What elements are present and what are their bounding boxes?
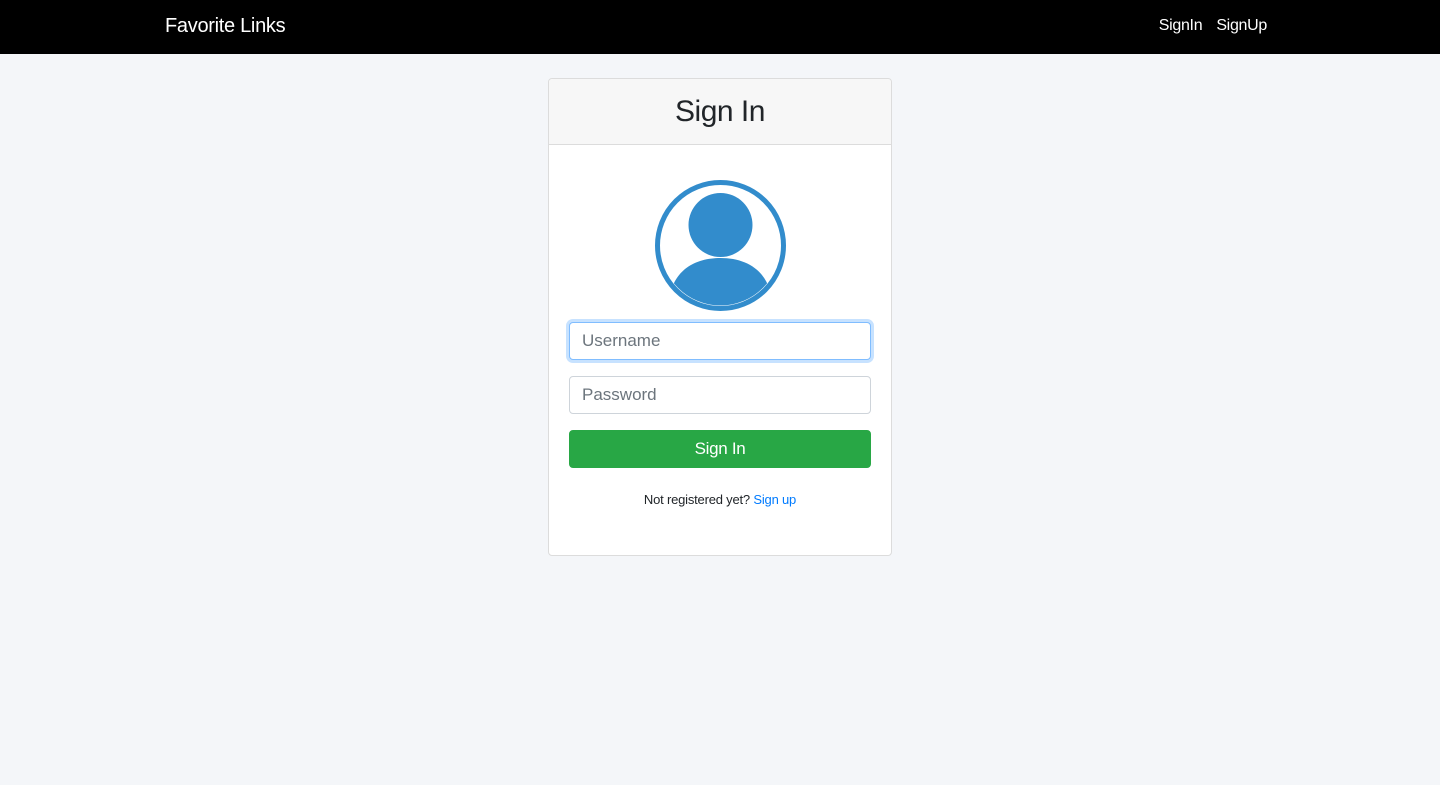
- nav-signin-link[interactable]: SignIn: [1159, 14, 1203, 38]
- signin-card: Sign In Sign In Not registered yet? Sign…: [548, 78, 892, 556]
- nav-links: SignIn SignUp: [1159, 14, 1268, 38]
- signin-submit-button[interactable]: Sign In: [569, 430, 871, 468]
- signup-prompt-text: Not registered yet?: [643, 492, 750, 507]
- top-navbar: Favorite Links SignIn SignUp: [0, 0, 1440, 54]
- password-input[interactable]: [569, 376, 871, 414]
- card-header: Sign In: [549, 79, 891, 145]
- card-title: Sign In: [675, 94, 765, 128]
- signup-prompt: Not registered yet? Sign up: [549, 492, 891, 507]
- nav-signup-link[interactable]: SignUp: [1216, 14, 1267, 38]
- username-input[interactable]: [569, 322, 871, 360]
- signup-link[interactable]: Sign up: [753, 492, 796, 507]
- user-avatar-icon: [655, 180, 786, 311]
- brand-link[interactable]: Favorite Links: [165, 13, 286, 39]
